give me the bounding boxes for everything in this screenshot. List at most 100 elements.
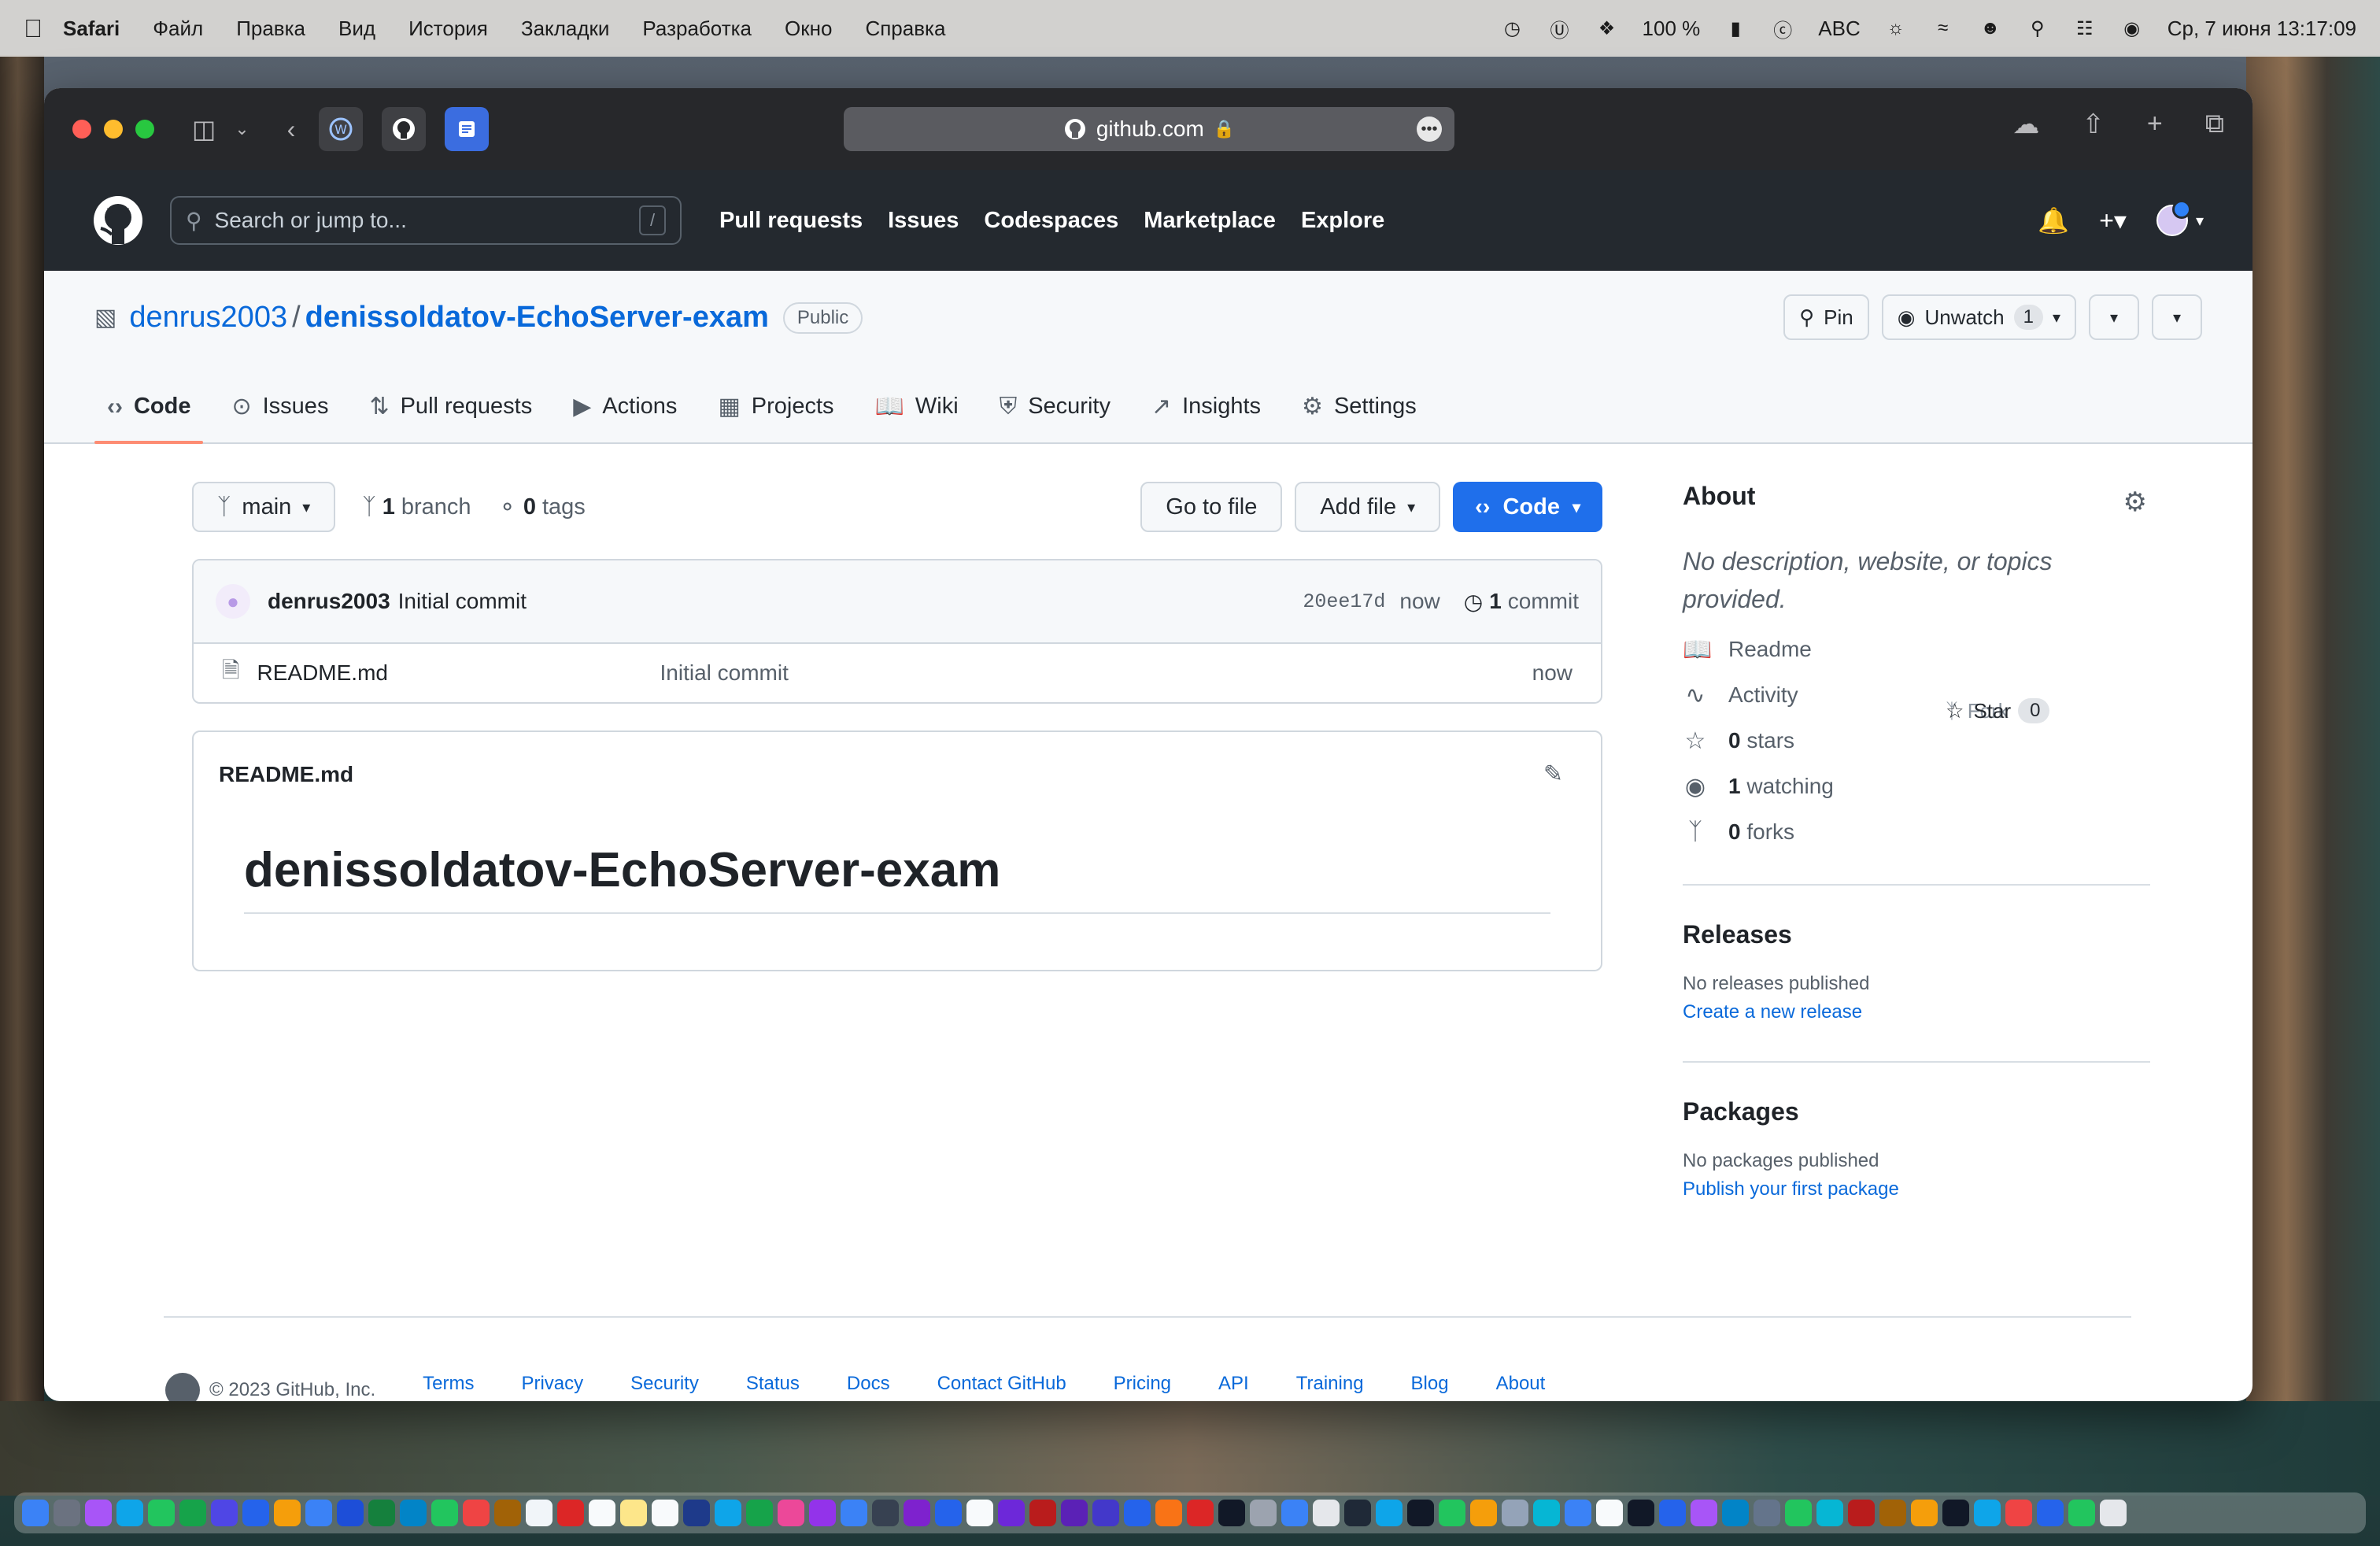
dock-app-icon[interactable] <box>116 1500 143 1526</box>
joystick-icon[interactable]: ❖ <box>1595 17 1619 40</box>
dock-app-icon[interactable] <box>1785 1500 1812 1526</box>
tab-security[interactable]: ⛨ Security <box>987 393 1123 442</box>
menu-item-help[interactable]: Справка <box>865 17 945 41</box>
more-options-icon[interactable]: ••• <box>1417 117 1442 142</box>
dock-app-icon[interactable] <box>1565 1500 1591 1526</box>
dock-app-icon[interactable] <box>22 1500 49 1526</box>
star-dropdown-chevron-icon[interactable]: ▾ <box>2153 308 2201 327</box>
dock-app-icon[interactable] <box>179 1500 206 1526</box>
dock-app-icon[interactable] <box>2068 1500 2095 1526</box>
footer-link-terms[interactable]: Terms <box>423 1373 474 1401</box>
icloud-icon[interactable]: ☁ <box>2012 109 2039 140</box>
dock-app-icon[interactable] <box>1092 1500 1119 1526</box>
tab-actions[interactable]: ▶ Actions <box>560 393 689 442</box>
dock-app-icon[interactable] <box>400 1500 427 1526</box>
dock-app-icon[interactable] <box>1250 1500 1277 1526</box>
commit-sha[interactable]: 20ee17d <box>1303 590 1385 613</box>
menu-item-history[interactable]: История <box>408 17 488 41</box>
tab-projects[interactable]: ▦ Projects <box>705 393 846 442</box>
dock-app-icon[interactable] <box>54 1500 80 1526</box>
dock-trash-icon[interactable] <box>2100 1500 2127 1526</box>
display-icon[interactable]: ☼ <box>1884 17 1908 40</box>
wifi-icon[interactable]: ≈ <box>1931 17 1955 40</box>
apple-icon[interactable]:  <box>24 14 63 43</box>
nav-codespaces[interactable]: Codespaces <box>984 208 1118 234</box>
dock-app-icon[interactable] <box>526 1500 552 1526</box>
dock-app-icon[interactable] <box>1911 1500 1938 1526</box>
pin-button[interactable]: ⚲ Pin <box>1783 294 1869 340</box>
footer-link-contact[interactable]: Contact GitHub <box>937 1373 1066 1401</box>
dock-app-icon[interactable] <box>2037 1500 2064 1526</box>
dock-app-icon[interactable] <box>85 1500 112 1526</box>
dock-app-icon[interactable] <box>683 1500 710 1526</box>
readme-title[interactable]: README.md <box>219 762 353 787</box>
tab-wiki[interactable]: 📖 Wiki <box>863 393 971 442</box>
file-name[interactable]: README.md <box>257 660 660 686</box>
footer-link-pricing[interactable]: Pricing <box>1114 1373 1171 1401</box>
repo-name-link[interactable]: denissoldatov-EchoServer-exam <box>305 301 769 335</box>
menu-item-edit[interactable]: Правка <box>236 17 305 41</box>
tab-issues[interactable]: ⊙ Issues <box>219 393 341 442</box>
dock-app-icon[interactable] <box>1722 1500 1749 1526</box>
dock-app-icon[interactable] <box>148 1500 175 1526</box>
menu-item-file[interactable]: Файл <box>153 17 203 41</box>
dock-app-icon[interactable] <box>1124 1500 1151 1526</box>
avatar[interactable]: ● <box>216 584 250 619</box>
dock-app-icon[interactable] <box>1470 1500 1497 1526</box>
dock-app-icon[interactable] <box>211 1500 238 1526</box>
fork-dropdown-chevron-icon[interactable]: ▾ <box>2090 308 2138 327</box>
stars-link[interactable]: ☆ 0 stars <box>1683 727 2150 755</box>
dock-app-icon[interactable] <box>620 1500 647 1526</box>
dock-app-icon[interactable] <box>1502 1500 1528 1526</box>
readme-link[interactable]: 📖 Readme <box>1683 635 2150 664</box>
dock-app-icon[interactable] <box>715 1500 741 1526</box>
commit-author[interactable]: denrus2003 <box>268 589 390 614</box>
tab-code[interactable]: ‹› Code <box>94 393 204 444</box>
dock-app-icon[interactable] <box>305 1500 332 1526</box>
dock-app-icon[interactable] <box>904 1500 930 1526</box>
go-to-file-button[interactable]: Go to file <box>1140 482 1283 532</box>
fork-button[interactable]: ᛉ Fork 0 ▾ <box>1946 294 2139 723</box>
github-logo-icon[interactable] <box>165 1373 200 1401</box>
tab-overview-icon[interactable]: ⧉ <box>2205 109 2224 140</box>
dock-app-icon[interactable] <box>1879 1500 1906 1526</box>
spotlight-search-icon[interactable]: ⚲ <box>2026 17 2049 40</box>
footer-link-about[interactable]: About <box>1496 1373 1546 1401</box>
dock-app-icon[interactable] <box>337 1500 364 1526</box>
footer-link-security[interactable]: Security <box>630 1373 699 1401</box>
star-button[interactable]: ☆ Star 0 ▾ <box>1946 294 2202 723</box>
footer-link-training[interactable]: Training <box>1296 1373 1364 1401</box>
dock-app-icon[interactable] <box>1659 1500 1686 1526</box>
dock-app-icon[interactable] <box>809 1500 836 1526</box>
add-file-button[interactable]: Add file ▾ <box>1295 482 1441 532</box>
dock-app-icon[interactable] <box>274 1500 301 1526</box>
dock-app-icon[interactable] <box>1061 1500 1088 1526</box>
dock-app-icon[interactable] <box>1407 1500 1434 1526</box>
code-button[interactable]: ‹› Code ▾ <box>1453 482 1602 532</box>
notifications-bell-icon[interactable]: 🔔 <box>2038 205 2069 235</box>
dock-app-icon[interactable] <box>368 1500 395 1526</box>
dock-app-icon[interactable] <box>652 1500 678 1526</box>
dock-app-icon[interactable] <box>966 1500 993 1526</box>
user-icon[interactable]: ☻ <box>1979 17 2002 40</box>
dock-app-icon[interactable] <box>1596 1500 1623 1526</box>
footer-link-blog[interactable]: Blog <box>1411 1373 1449 1401</box>
dock-app-icon[interactable] <box>557 1500 584 1526</box>
dock-app-icon[interactable] <box>2005 1500 2032 1526</box>
nav-issues[interactable]: Issues <box>888 208 959 234</box>
address-bar[interactable]: github.com 🔒 ••• <box>844 107 1454 151</box>
menu-item-view[interactable]: Вид <box>338 17 375 41</box>
dock-app-icon[interactable] <box>494 1500 521 1526</box>
nav-explore[interactable]: Explore <box>1301 208 1384 234</box>
menu-item-bookmarks[interactable]: Закладки <box>521 17 610 41</box>
packages-title[interactable]: Packages <box>1683 1097 2150 1126</box>
tab-github[interactable] <box>382 107 427 151</box>
dock-app-icon[interactable] <box>998 1500 1025 1526</box>
dock-app-icon[interactable] <box>1218 1500 1245 1526</box>
tab-pull-requests[interactable]: ⇅ Pull requests <box>357 393 545 442</box>
dock-app-icon[interactable] <box>1691 1500 1717 1526</box>
menu-app-name[interactable]: Safari <box>63 17 120 41</box>
new-tab-icon[interactable]: + <box>2147 109 2163 140</box>
nav-marketplace[interactable]: Marketplace <box>1144 208 1276 234</box>
dock-app-icon[interactable] <box>431 1500 458 1526</box>
